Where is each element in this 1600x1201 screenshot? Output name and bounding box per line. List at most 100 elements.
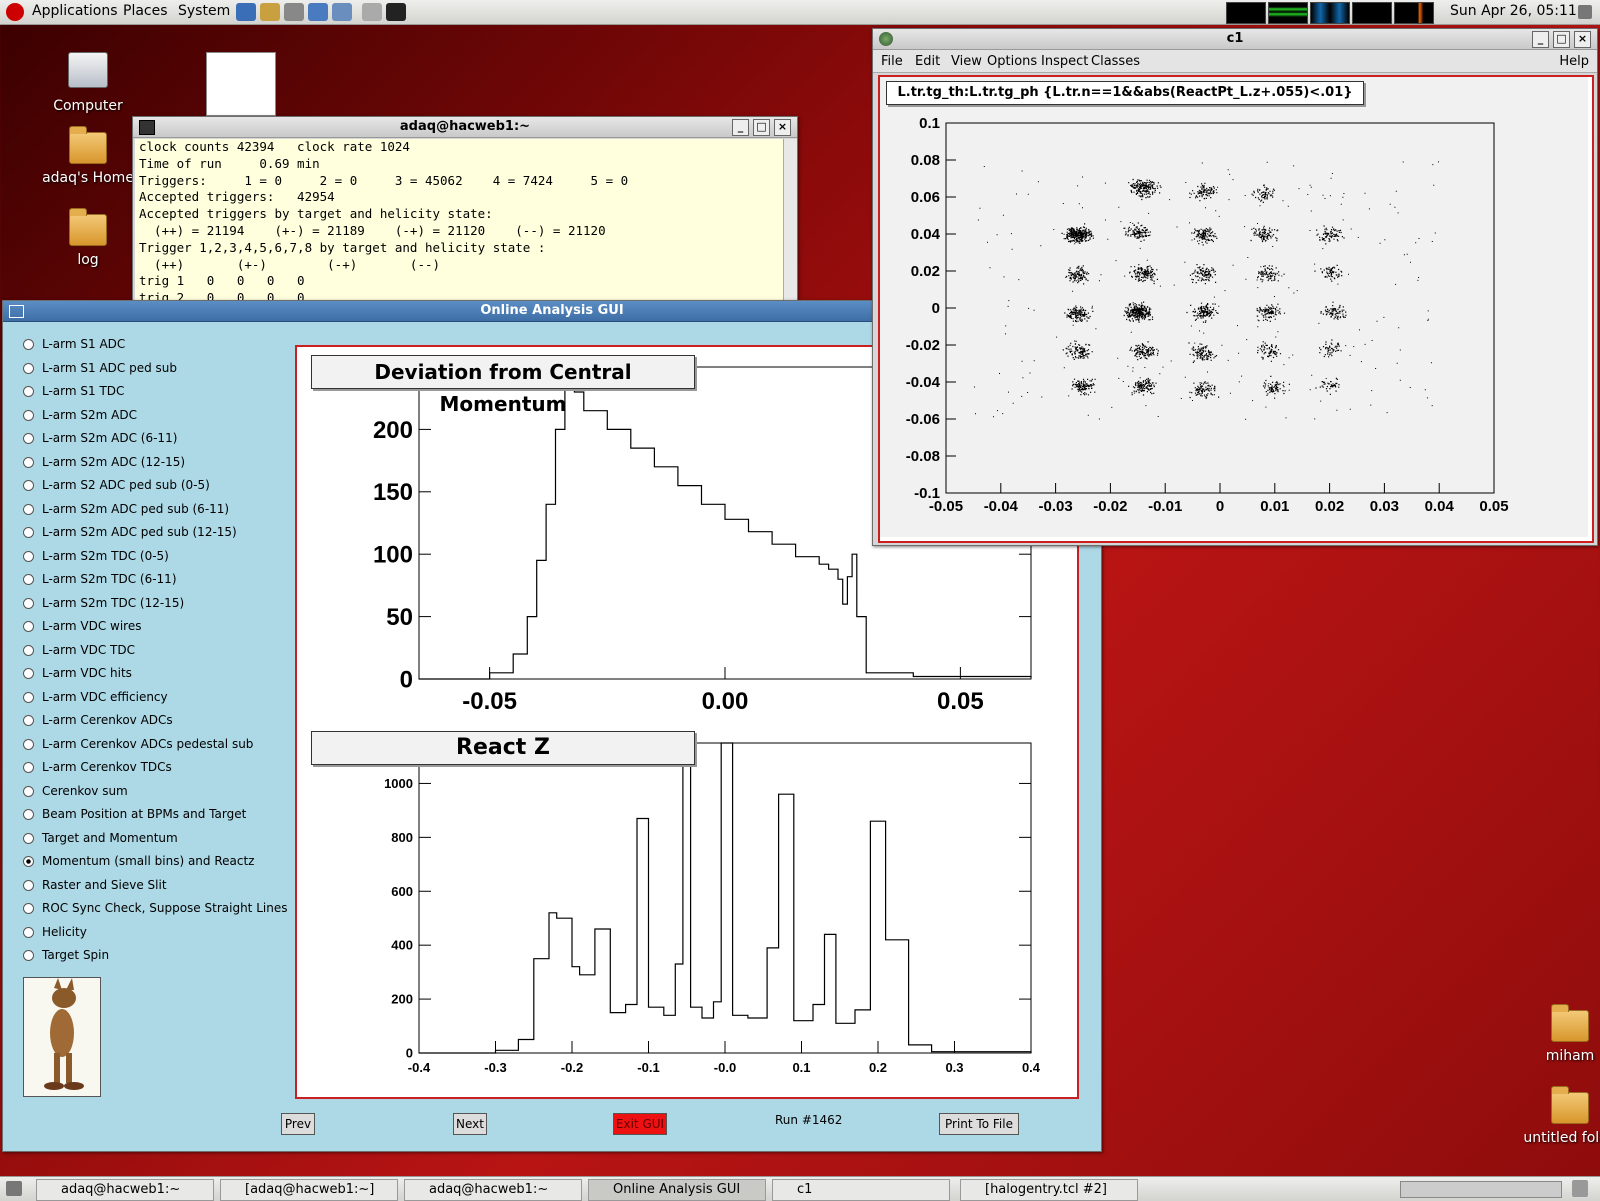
histogram-option[interactable]: L-arm S2m ADC (12-15) xyxy=(23,455,185,475)
desktop-icon-home[interactable]: adaq's Home xyxy=(38,126,138,186)
system-menu[interactable]: System xyxy=(178,3,230,19)
document-launcher-icon[interactable] xyxy=(308,3,328,21)
radio-button-icon[interactable] xyxy=(23,433,34,444)
histogram-option[interactable]: L-arm VDC efficiency xyxy=(23,690,168,710)
scatter-canvas[interactable]: -0.05 -0.04 -0.03 -0.02 -0.01 0 0.01 0.02 0.03 0.… xyxy=(878,75,1594,543)
radio-button-icon[interactable] xyxy=(23,339,34,350)
radio-button-icon[interactable] xyxy=(23,527,34,538)
minimize-button[interactable]: _ xyxy=(732,119,749,136)
radio-button-icon[interactable] xyxy=(23,621,34,632)
histogram-option[interactable]: L-arm Cerenkov ADCs pedestal sub xyxy=(23,737,253,757)
radio-button-icon[interactable] xyxy=(23,785,34,797)
speaker-icon[interactable] xyxy=(1578,5,1592,19)
exit-gui-button[interactable]: Exit GUI xyxy=(613,1113,667,1135)
menu-classes[interactable]: Classes xyxy=(1091,54,1140,69)
presentation-launcher-icon[interactable] xyxy=(332,3,352,21)
histogram-option[interactable]: L-arm VDC wires xyxy=(23,619,141,639)
histogram-option[interactable]: Beam Position at BPMs and Target xyxy=(23,807,246,827)
maximize-button[interactable]: □ xyxy=(1553,31,1570,48)
histogram-option[interactable]: Momentum (small bins) and Reactz xyxy=(23,854,254,874)
taskbar-task[interactable]: [halogentry.tcl #2] xyxy=(960,1179,1138,1201)
histogram-option[interactable]: L-arm S2m ADC xyxy=(23,408,137,428)
applications-menu[interactable]: Applications xyxy=(32,3,118,19)
menu-edit[interactable]: Edit xyxy=(915,54,940,69)
terminal-titlebar[interactable]: adaq@hacweb1:~ _ □ × xyxy=(133,117,797,138)
terminal-window-icon[interactable] xyxy=(139,120,155,135)
radio-button-icon[interactable] xyxy=(23,480,34,491)
menu-file[interactable]: File xyxy=(881,54,903,69)
desktop-icon-untitled-folder[interactable]: untitled folde xyxy=(1520,1086,1600,1146)
radio-button-icon[interactable] xyxy=(23,456,34,468)
histogram-option[interactable]: Target and Momentum xyxy=(23,831,178,851)
radio-button-icon[interactable] xyxy=(23,503,34,515)
next-button[interactable]: Next xyxy=(453,1113,487,1135)
taskbar-task[interactable]: Online Analysis GUI xyxy=(588,1179,766,1201)
c1-titlebar[interactable]: c1 _ □ × xyxy=(873,29,1597,50)
histogram-option[interactable]: L-arm S1 ADC ped sub xyxy=(23,361,177,381)
desktop-icon-computer[interactable]: Computer xyxy=(38,52,138,114)
histogram-option[interactable]: L-arm S2m TDC (12-15) xyxy=(23,596,184,616)
clock[interactable]: Sun Apr 26, 05:11 xyxy=(1450,3,1577,19)
desktop-icon-miham[interactable]: miham xyxy=(1520,1004,1600,1064)
taskbar-task[interactable]: adaq@hacweb1:~ xyxy=(404,1179,582,1201)
show-desktop-icon[interactable] xyxy=(6,1181,22,1196)
radio-button-icon[interactable] xyxy=(23,738,34,750)
histogram-option[interactable]: L-arm S2m TDC (6-11) xyxy=(23,572,177,592)
redhat-logo-icon[interactable] xyxy=(6,3,24,21)
histogram-option[interactable]: L-arm S2m TDC (0-5) xyxy=(23,549,169,569)
close-button[interactable]: × xyxy=(1574,31,1591,48)
histogram-option[interactable]: L-arm S2m ADC ped sub (12-15) xyxy=(23,525,237,545)
terminal-scrollbar[interactable] xyxy=(783,139,797,307)
terminal-output[interactable]: clock counts 42394 clock rate 1024 Time o… xyxy=(135,139,783,307)
histogram-option[interactable]: L-arm S2m ADC ped sub (6-11) xyxy=(23,502,229,522)
menu-view[interactable]: View xyxy=(951,54,982,69)
radio-button-icon[interactable] xyxy=(23,832,34,844)
terminal-launcher-icon[interactable] xyxy=(386,3,406,21)
radio-button-icon[interactable] xyxy=(23,386,34,397)
minimize-button[interactable]: _ xyxy=(1532,31,1549,48)
radio-button-icon[interactable] xyxy=(23,550,34,562)
trash-icon[interactable] xyxy=(1572,1180,1588,1197)
browser-launcher-icon[interactable] xyxy=(236,3,256,21)
histogram-option[interactable]: L-arm S2 ADC ped sub (0-5) xyxy=(23,478,210,498)
radio-button-icon[interactable] xyxy=(23,762,34,773)
radio-button-icon[interactable] xyxy=(23,597,34,609)
terminal-window[interactable]: adaq@hacweb1:~ _ □ × clock counts 42394 … xyxy=(132,116,798,308)
radio-button-icon[interactable] xyxy=(23,409,34,421)
histogram-option[interactable]: L-arm Cerenkov ADCs xyxy=(23,713,173,733)
radio-button-icon[interactable] xyxy=(23,950,34,961)
root-icon[interactable] xyxy=(879,32,893,46)
c1-canvas-window[interactable]: c1 _ □ × File Edit View Options Inspect … xyxy=(872,28,1598,546)
prev-button[interactable]: Prev xyxy=(281,1113,315,1135)
menu-inspect[interactable]: Inspect xyxy=(1041,54,1088,69)
mail-launcher-icon[interactable] xyxy=(260,3,280,21)
note-launcher-icon[interactable] xyxy=(362,3,382,21)
histogram-option[interactable]: ROC Sync Check, Suppose Straight Lines xyxy=(23,901,287,921)
taskbar-task[interactable]: c1 xyxy=(772,1179,950,1201)
radio-button-icon[interactable] xyxy=(23,574,34,585)
close-button[interactable]: × xyxy=(774,119,791,136)
network-launcher-icon[interactable] xyxy=(284,3,304,21)
radio-button-icon[interactable] xyxy=(23,644,34,656)
taskbar-task[interactable]: adaq@hacweb1:~ xyxy=(36,1179,214,1201)
print-to-file-button[interactable]: Print To File xyxy=(939,1113,1019,1135)
histogram-option[interactable]: L-arm S2m ADC (6-11) xyxy=(23,431,177,451)
histogram-option[interactable]: L-arm Cerenkov TDCs xyxy=(23,760,172,780)
histogram-option[interactable]: Target Spin xyxy=(23,948,109,968)
histogram-option[interactable]: Helicity xyxy=(23,925,87,945)
radio-button-icon[interactable] xyxy=(23,362,34,374)
menu-options[interactable]: Options xyxy=(987,54,1037,69)
radio-button-icon[interactable] xyxy=(23,903,34,914)
histogram-option[interactable]: L-arm S1 TDC xyxy=(23,384,124,404)
places-menu[interactable]: Places xyxy=(123,3,168,19)
histogram-option[interactable]: Cerenkov sum xyxy=(23,784,128,804)
radio-button-icon[interactable] xyxy=(23,715,34,726)
desktop-icon-log[interactable]: log xyxy=(38,208,138,268)
workspace-switcher[interactable] xyxy=(1400,1181,1562,1198)
taskbar-task[interactable]: [adaq@hacweb1:~] xyxy=(220,1179,398,1201)
radio-button-icon[interactable] xyxy=(23,856,34,867)
gui-window-icon[interactable] xyxy=(9,305,24,318)
histogram-option[interactable]: L-arm VDC hits xyxy=(23,666,132,686)
radio-button-icon[interactable] xyxy=(23,926,34,938)
menu-help[interactable]: Help xyxy=(1559,54,1589,69)
